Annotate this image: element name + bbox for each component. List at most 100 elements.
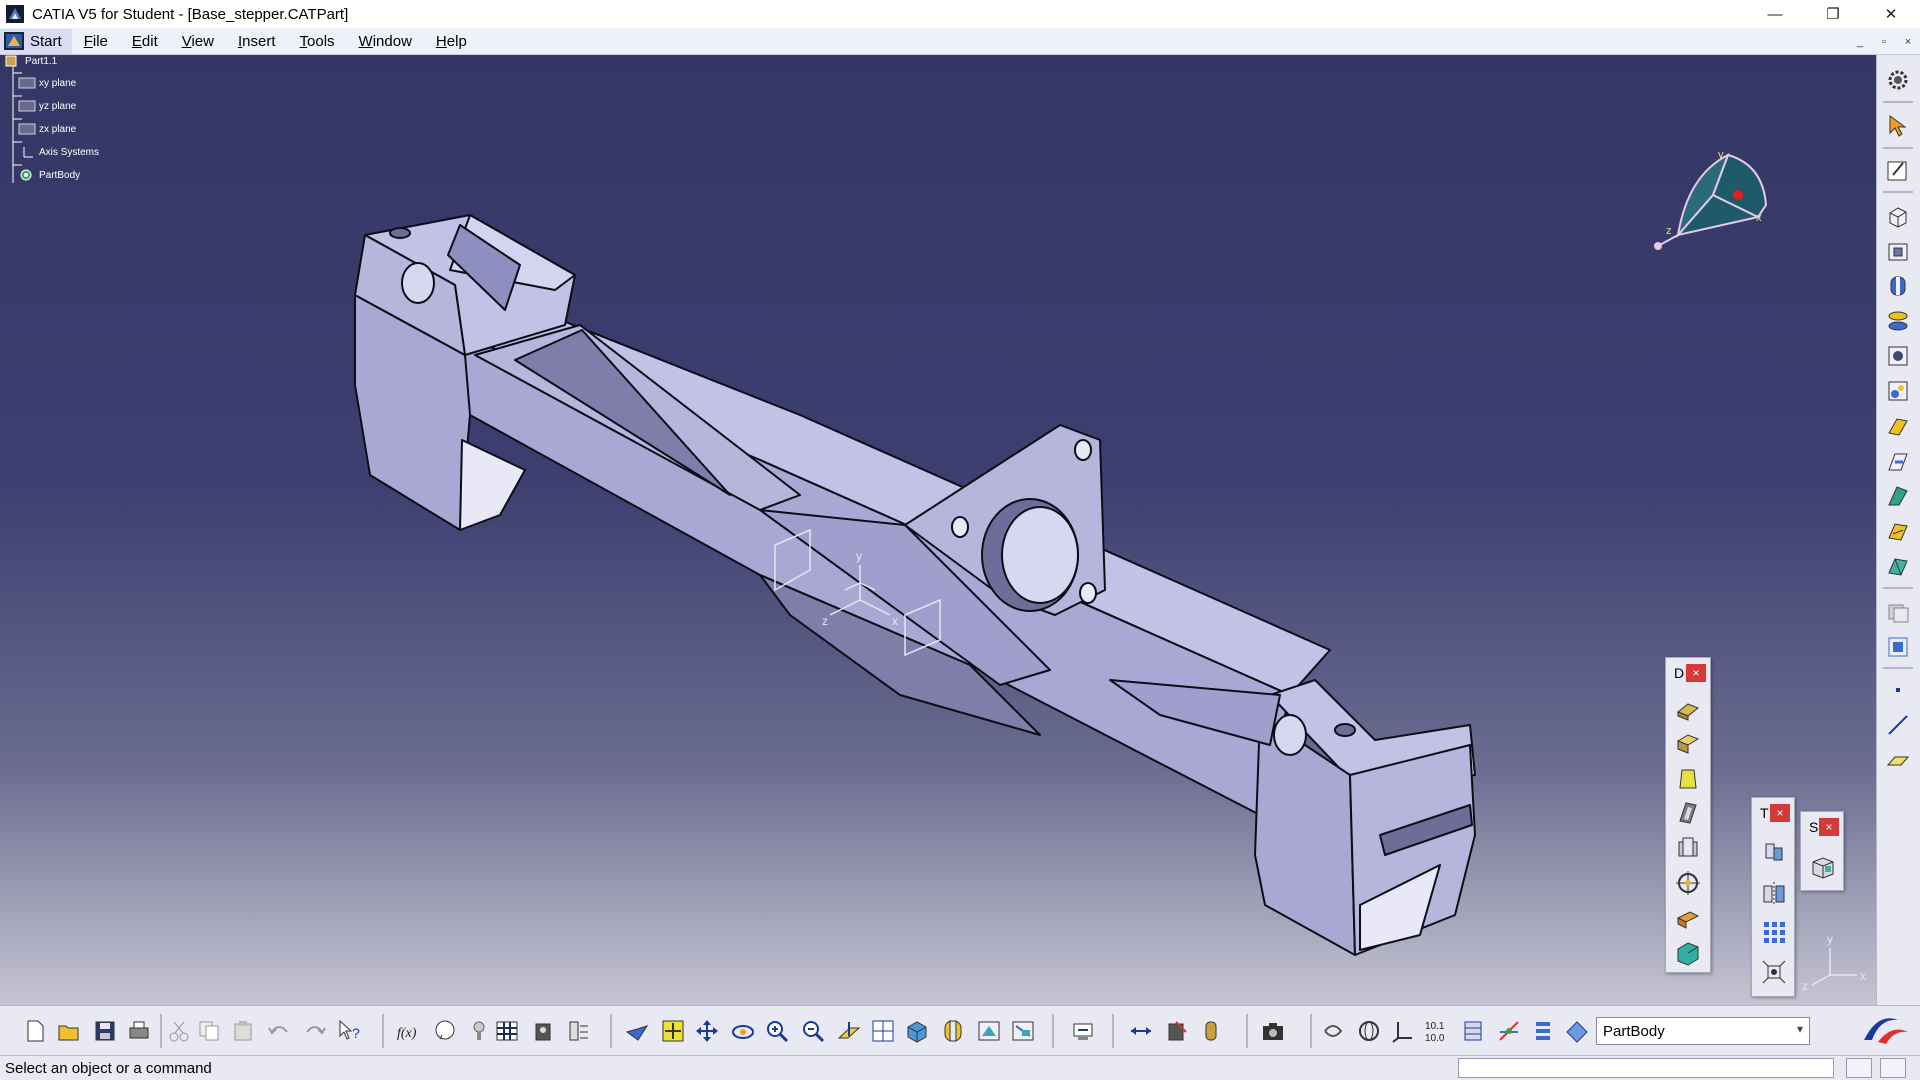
current-body-select[interactable]: PartBody ▾ [1596,1017,1810,1045]
shell-icon[interactable] [1674,799,1702,827]
zoom-out-icon[interactable] [800,1018,826,1044]
fit-all-icon[interactable] [660,1018,686,1044]
normal-view-icon[interactable] [836,1018,862,1044]
fillet-icon[interactable] [1674,694,1702,722]
capture-camera-icon[interactable] [1260,1018,1286,1044]
catalog-icon[interactable] [530,1018,556,1044]
cut-icon[interactable] [166,1018,192,1044]
slot-icon[interactable] [1885,413,1911,439]
whats-this-icon[interactable]: ? [336,1018,362,1044]
palette-t-close-button[interactable]: × [1770,804,1790,822]
solid-combine-icon[interactable] [1885,553,1911,579]
measure-icon[interactable] [566,1018,592,1044]
pocket-icon[interactable] [1885,238,1911,264]
minimize-button[interactable]: — [1746,0,1804,28]
pad-icon[interactable] [1885,203,1911,229]
3d-compass-icon[interactable] [1496,1018,1522,1044]
hide-show-icon[interactable] [976,1018,1002,1044]
multi-pad-icon[interactable] [1885,518,1911,544]
menu-start[interactable]: Start [0,28,72,54]
zoom-in-icon[interactable] [764,1018,790,1044]
pattern-icon[interactable] [1760,918,1788,946]
redo-icon[interactable] [302,1018,328,1044]
pan-icon[interactable] [694,1018,720,1044]
replace-face-icon[interactable] [1674,939,1702,967]
update-icon[interactable] [1070,1018,1096,1044]
palette-s-close-button[interactable]: × [1819,818,1839,836]
translation-icon[interactable] [1760,836,1788,864]
draft-icon[interactable] [1674,764,1702,792]
fly-mode-icon[interactable] [624,1018,650,1044]
body-select-icon[interactable] [1564,1018,1590,1044]
tree-item-yz-plane[interactable]: yz plane [18,96,76,116]
thread-icon[interactable] [1674,869,1702,897]
shading-icon[interactable] [940,1018,966,1044]
tree-item-axis-systems[interactable]: Axis Systems [18,142,99,162]
menu-file[interactable]: File [72,33,120,50]
boolean-icon[interactable] [1885,599,1911,625]
power-input-field[interactable] [1458,1058,1834,1078]
table-icon[interactable] [494,1018,520,1044]
line-icon[interactable] [1885,712,1911,738]
menu-tools[interactable]: Tools [288,33,347,50]
doc-close-button[interactable]: × [1896,28,1920,55]
status-search-button[interactable] [1880,1058,1906,1078]
multi-view-icon[interactable] [870,1018,896,1044]
shaft-icon[interactable] [1885,273,1911,299]
tree-item-zx-plane[interactable]: zx plane [18,119,76,139]
rib-icon[interactable] [1885,378,1911,404]
restore-button[interactable]: ❐ [1804,0,1862,28]
mirror-icon[interactable] [1760,878,1788,906]
globe-icon[interactable] [1356,1018,1382,1044]
stiffener-icon[interactable] [1885,448,1911,474]
gear-icon[interactable] [1885,67,1911,93]
new-icon[interactable] [22,1018,48,1044]
status-toggle-button[interactable] [1846,1058,1872,1078]
hole-icon[interactable] [1885,343,1911,369]
constraint-icon[interactable] [1164,1018,1190,1044]
analysis-icon[interactable] [1198,1018,1224,1044]
tree-item-xy-plane[interactable]: xy plane [18,73,76,93]
chamfer-icon[interactable] [1674,729,1702,757]
open-folder-icon[interactable] [56,1018,82,1044]
copy-icon[interactable] [196,1018,222,1044]
knowledge-advisor-icon[interactable] [432,1018,458,1044]
menu-window[interactable]: Window [347,33,424,50]
plane-icon[interactable] [1885,747,1911,773]
tree-root-part[interactable]: Part1.1 [4,55,57,71]
menu-help[interactable]: Help [424,33,479,50]
3d-viewport[interactable]: y x z y x z Part1.1 xy plane yz plane zx… [0,55,1876,1005]
thickness-icon[interactable] [1674,834,1702,862]
menu-view[interactable]: View [170,33,226,50]
grid-snap-icon[interactable]: 10.110.0 [1424,1018,1450,1044]
tree-item-partbody[interactable]: PartBody [18,165,80,185]
remove-face-icon[interactable] [1674,904,1702,932]
undo-icon[interactable] [266,1018,292,1044]
body-icon[interactable] [1885,634,1911,660]
menu-edit[interactable]: Edit [120,33,170,50]
axis-system-icon[interactable] [1390,1018,1416,1044]
lamp-icon[interactable] [466,1018,492,1044]
close-button[interactable]: ✕ [1862,0,1920,28]
split-icon[interactable] [1809,852,1837,880]
print-icon[interactable] [126,1018,152,1044]
reframe-icon[interactable] [1320,1018,1346,1044]
paste-icon[interactable] [230,1018,256,1044]
compass-icon[interactable] [1648,145,1778,255]
list-filter-icon[interactable] [1530,1018,1556,1044]
layer-icon[interactable] [1460,1018,1486,1044]
doc-minimize-button[interactable]: _ [1848,28,1872,55]
menu-insert[interactable]: Insert [226,33,288,50]
point-icon[interactable] [1885,677,1911,703]
formula-icon[interactable]: f(x) [396,1018,422,1044]
palette-d-close-button[interactable]: × [1686,664,1706,682]
isometric-view-icon[interactable] [904,1018,930,1044]
limit-icon[interactable] [1128,1018,1154,1044]
select-arrow-icon[interactable] [1885,113,1911,139]
part-model[interactable]: y x z y x z [0,55,1876,1005]
groove-icon[interactable] [1885,308,1911,334]
swap-visible-space-icon[interactable] [1010,1018,1036,1044]
rotate-icon[interactable] [730,1018,756,1044]
loft-icon[interactable] [1885,483,1911,509]
scaling-icon[interactable] [1760,958,1788,986]
